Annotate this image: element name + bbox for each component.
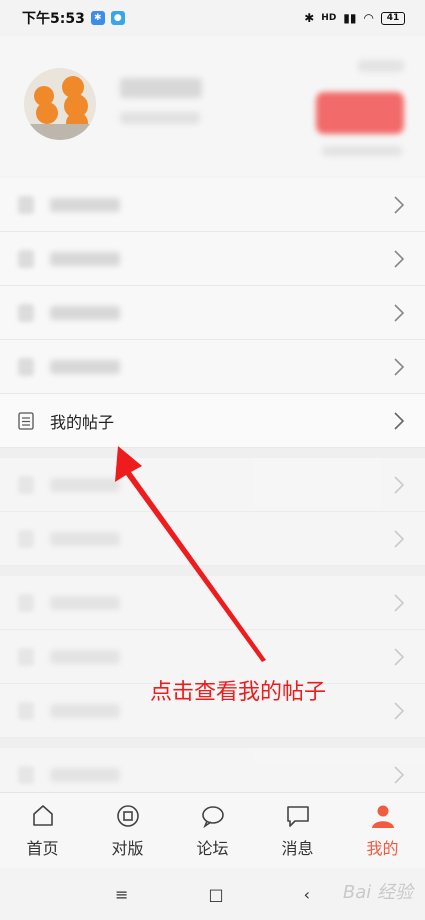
menu-item-label-blurred xyxy=(50,305,120,320)
chevron-right-icon xyxy=(394,196,405,214)
status-bar: 下午5:53 ✱ ● ✱ HD ▮▮ ◠ 41 xyxy=(0,0,425,36)
chevron-right-icon xyxy=(394,304,405,322)
chevron-right-icon xyxy=(394,358,405,376)
menu-item-icon xyxy=(18,765,34,784)
menu-item-my-posts[interactable]: 我的帖子 xyxy=(0,394,425,448)
nav-home[interactable]: 首页 xyxy=(0,793,85,868)
nav-mine[interactable]: 我的 xyxy=(340,793,425,868)
menu-item-label-blurred xyxy=(50,649,120,664)
menu-list: 我的帖子 xyxy=(0,178,425,802)
menu-item-label-blurred xyxy=(50,703,120,718)
menu-item-blurred-8[interactable] xyxy=(0,630,425,684)
user-subtitle-blurred xyxy=(120,112,200,124)
menu-item-label-blurred xyxy=(50,477,120,492)
chevron-right-icon xyxy=(394,250,405,268)
menu-item-icon xyxy=(18,529,34,548)
system-menu-button[interactable]: ≡ xyxy=(115,885,128,904)
chevron-right-icon xyxy=(394,412,405,430)
section-divider xyxy=(0,738,425,748)
chevron-right-icon xyxy=(394,648,405,666)
menu-item-icon xyxy=(18,475,34,494)
menu-item-icon xyxy=(18,195,34,214)
menu-item-blurred-9[interactable] xyxy=(0,684,425,738)
menu-item-label-blurred xyxy=(50,767,120,782)
nav-label: 我的 xyxy=(366,838,399,858)
nav-compare[interactable]: 对版 xyxy=(85,793,170,868)
sign-in-button-blurred[interactable] xyxy=(316,92,404,134)
watermark: Bai 经验 xyxy=(342,882,413,903)
menu-item-label-blurred xyxy=(50,251,120,266)
signal-icon: ▮▮ xyxy=(343,11,357,25)
chevron-right-icon xyxy=(394,530,405,548)
person-icon xyxy=(371,805,394,828)
menu-item-label-blurred xyxy=(50,197,120,212)
bluetooth-app-icon: ✱ xyxy=(90,11,105,25)
message-app-icon: ● xyxy=(110,11,125,25)
nav-label: 首页 xyxy=(26,838,59,858)
section-divider xyxy=(0,566,425,576)
top-right-link-blurred[interactable] xyxy=(358,60,404,72)
wifi-icon: ◠ xyxy=(363,11,374,25)
system-home-button[interactable]: □ xyxy=(208,885,223,904)
menu-item-blurred-7[interactable] xyxy=(0,576,425,630)
home-icon xyxy=(32,804,53,826)
menu-item-blurred-6[interactable] xyxy=(0,512,425,566)
nav-label: 论坛 xyxy=(196,838,229,858)
menu-item-icon xyxy=(18,701,34,720)
nav-messages[interactable]: 消息 xyxy=(255,793,340,868)
status-time: 下午5:53 xyxy=(22,11,85,27)
menu-item-label-blurred xyxy=(50,359,120,374)
menu-item-blurred-3[interactable] xyxy=(0,286,425,340)
status-indicators: ✱ HD ▮▮ ◠ 41 xyxy=(304,11,405,25)
nav-label: 消息 xyxy=(281,838,314,858)
circle-square-icon xyxy=(116,804,139,827)
system-back-button[interactable]: ‹ xyxy=(304,885,310,904)
menu-group-3 xyxy=(0,576,425,738)
menu-item-blurred-1[interactable] xyxy=(0,178,425,232)
nav-label: 对版 xyxy=(111,838,144,858)
bottom-nav: 首页 对版 论坛 消息 我的 xyxy=(0,792,425,868)
menu-group-2 xyxy=(0,458,425,566)
menu-item-icon xyxy=(18,593,34,612)
menu-item-blurred-5[interactable] xyxy=(0,458,425,512)
menu-item-label-blurred xyxy=(50,595,120,610)
message-icon xyxy=(286,805,309,827)
menu-group-1: 我的帖子 xyxy=(0,178,425,448)
menu-item-icon xyxy=(18,249,34,268)
chevron-right-icon xyxy=(394,766,405,784)
chevron-right-icon xyxy=(394,702,405,720)
menu-item-icon xyxy=(18,357,34,376)
chat-bubble-icon xyxy=(201,805,224,828)
menu-item-label: 我的帖子 xyxy=(50,412,115,432)
chevron-right-icon xyxy=(394,594,405,612)
network-label: HD xyxy=(321,13,337,23)
menu-item-blurred-2[interactable] xyxy=(0,232,425,286)
chevron-right-icon xyxy=(394,476,405,494)
menu-item-icon xyxy=(18,647,34,666)
document-icon xyxy=(18,411,34,430)
username-blurred xyxy=(120,78,202,98)
section-divider xyxy=(0,448,425,458)
avatar[interactable] xyxy=(24,68,96,140)
profile-header[interactable] xyxy=(0,36,425,176)
battery-icon: 41 xyxy=(381,11,405,25)
menu-item-label-blurred xyxy=(50,531,120,546)
menu-item-blurred-4[interactable] xyxy=(0,340,425,394)
button-caption-blurred xyxy=(322,146,402,156)
nav-forum[interactable]: 论坛 xyxy=(170,793,255,868)
menu-item-icon xyxy=(18,303,34,322)
bluetooth-icon: ✱ xyxy=(304,11,315,25)
